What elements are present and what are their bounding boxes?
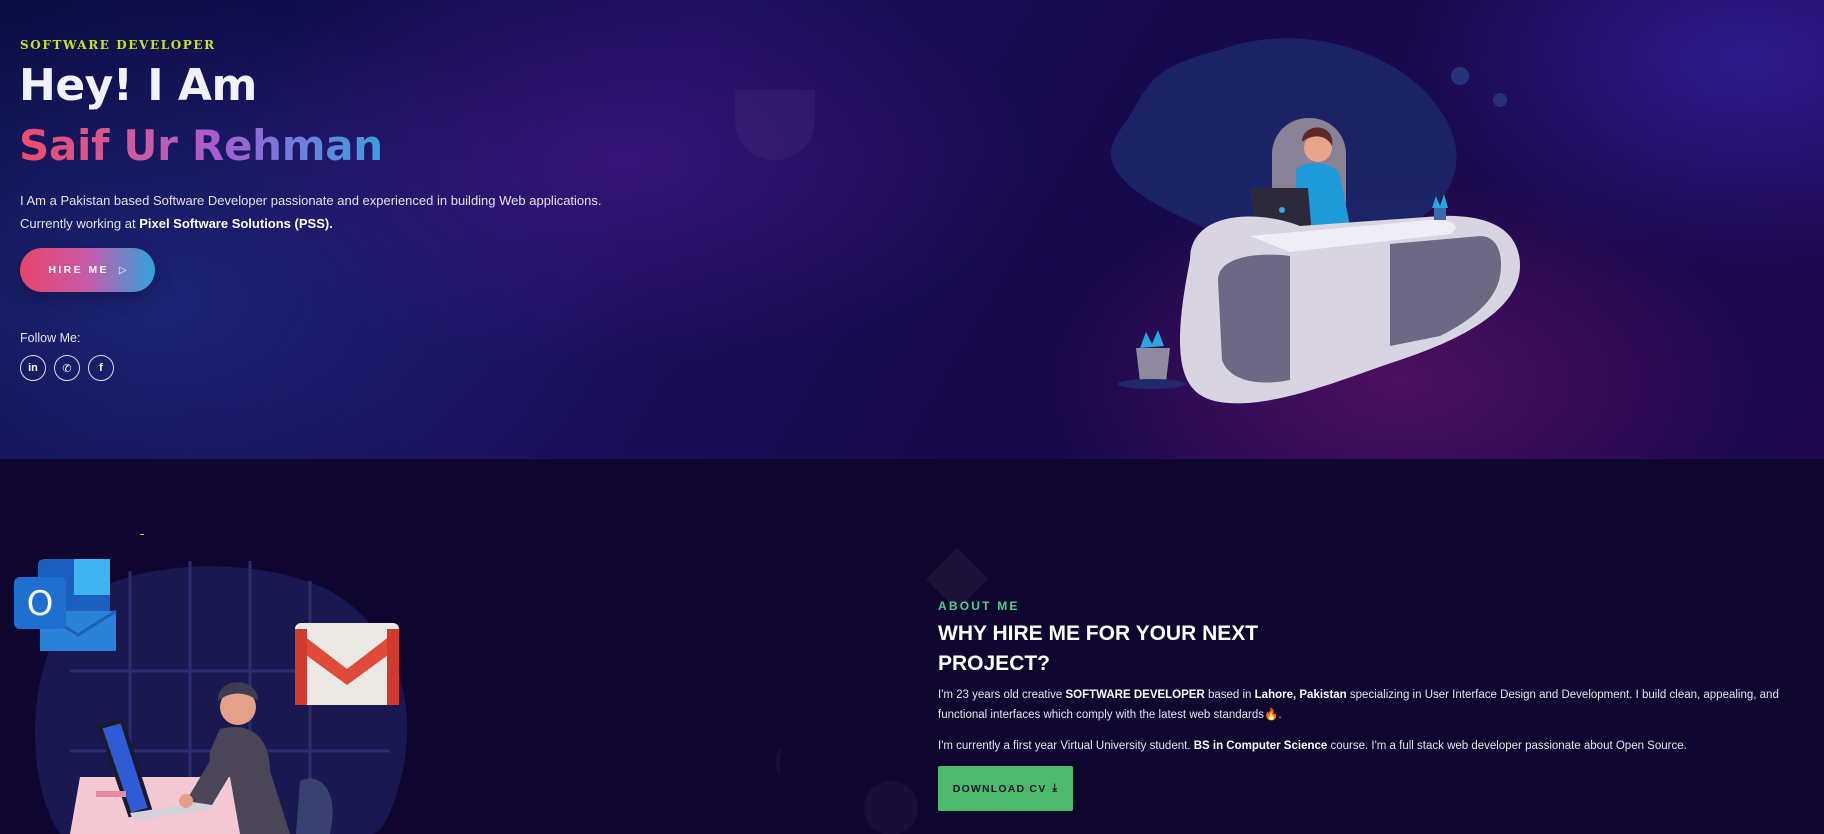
desk-plant-pot — [1434, 208, 1446, 220]
hero-name: Saif Ur Rehman — [19, 121, 383, 170]
decorative-dash — [140, 534, 144, 535]
download-cv-label: DOWNLOAD CV — [952, 782, 1047, 795]
about-paragraph-1: I'm 23 years old creative SOFTWARE DEVEL… — [938, 685, 1824, 725]
bubble — [1493, 93, 1507, 107]
about-title-line-1: WHY HIRE ME FOR YOUR NEXT — [938, 622, 1259, 645]
company-name: Pixel Software Solutions (PSS). — [139, 216, 333, 231]
person-hand — [179, 794, 193, 808]
text: . — [1278, 709, 1282, 721]
about-title-line-2: PROJECT? — [938, 652, 1051, 675]
text: based in — [1204, 689, 1255, 701]
degree-highlight: BS in Computer Science — [1193, 740, 1328, 752]
desk-edge — [96, 791, 126, 797]
whatsapp-icon[interactable]: ✆ — [54, 355, 80, 381]
hero-intro: I Am a Pakistan based Software Developer… — [20, 189, 620, 235]
download-cv-button[interactable]: DOWNLOAD CV ⤓ — [938, 766, 1073, 811]
intro-line-2-prefix: Currently working at — [20, 216, 140, 231]
hero-greeting: Hey! I Am — [19, 60, 257, 111]
text: I'm currently a first year Virtual Unive… — [938, 740, 1194, 752]
bubble — [1451, 67, 1469, 85]
floor-shadow — [1118, 379, 1186, 389]
text: course. I'm a full stack web developer p… — [1327, 740, 1687, 752]
location-highlight: Lahore, Pakistan — [1254, 689, 1347, 701]
arrow-right-icon: ▷ — [118, 264, 127, 276]
linkedin-icon[interactable]: in — [20, 355, 46, 381]
role-highlight: SOFTWARE DEVELOPER — [1065, 689, 1205, 701]
facebook-icon[interactable]: f — [88, 355, 114, 381]
social-links: in ✆ f — [20, 355, 114, 381]
hire-me-button[interactable]: HIRE ME ▷ — [20, 248, 155, 292]
decorative-shape — [735, 90, 815, 160]
laptop-logo — [1279, 207, 1285, 213]
decorative-arc — [776, 749, 786, 775]
download-icon: ⤓ — [1052, 782, 1059, 794]
outlook-icon: O — [14, 559, 117, 651]
floor-plant — [1140, 330, 1164, 348]
about-title: WHY HIRE ME FOR YOUR NEXT PROJECT? — [938, 619, 1298, 679]
desk-inner — [1218, 254, 1290, 383]
intro-line-2: Currently working at Pixel Software Solu… — [20, 212, 620, 235]
hire-me-label: HIRE ME — [48, 264, 109, 276]
text: I'm 23 years old creative — [938, 689, 1066, 701]
intro-line-1: I Am a Pakistan based Software Developer… — [20, 193, 602, 208]
fire-icon: 🔥 — [1264, 709, 1279, 721]
svg-text:O: O — [27, 584, 54, 624]
desk-inner — [1390, 236, 1502, 346]
hero-section: SOFTWARE DEVELOPER Hey! I Am Saif Ur Reh… — [0, 0, 1824, 459]
developer-desk-illustration — [1111, 38, 1520, 404]
about-label: ABOUT ME — [938, 599, 1020, 613]
floor-plant-pot — [1136, 348, 1170, 382]
decorative-circle — [864, 781, 918, 834]
follow-label: Follow Me: — [20, 331, 81, 345]
hero-eyebrow: SOFTWARE DEVELOPER — [20, 38, 216, 52]
email-illustration: O — [14, 559, 408, 834]
gmail-icon — [295, 623, 399, 705]
about-section: O ABOUT ME WHY HIRE ME FOR YOUR NEXT PRO… — [0, 459, 1824, 834]
about-paragraph-2: I'm currently a first year Virtual Unive… — [938, 736, 1824, 756]
